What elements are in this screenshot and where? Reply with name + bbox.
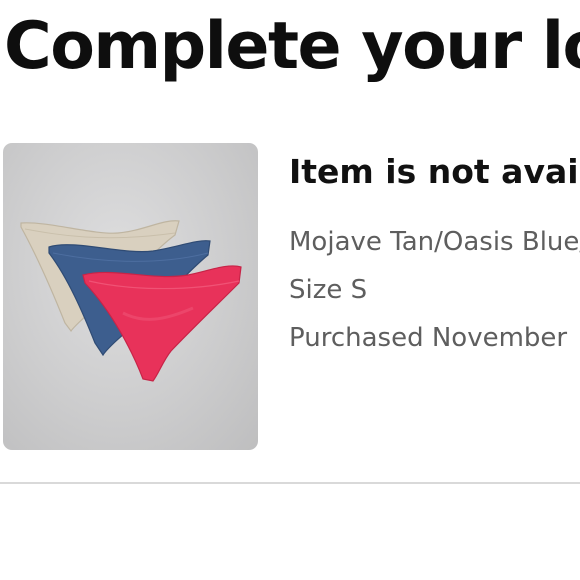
item-color: Mojave Tan/Oasis Blue/Pink bbox=[289, 226, 580, 257]
item-status-heading: Item is not available bbox=[289, 152, 580, 191]
page: Complete your look Item is not available… bbox=[0, 0, 580, 580]
product-card[interactable]: Item is not available Mojave Tan/Oasis B… bbox=[0, 140, 580, 460]
underwear-three-pack-image bbox=[20, 220, 242, 382]
divider bbox=[0, 482, 580, 484]
product-image[interactable] bbox=[3, 143, 258, 450]
page-title: Complete your look bbox=[4, 9, 580, 84]
item-purchase-date: Purchased November bbox=[289, 322, 568, 353]
product-info: Item is not available Mojave Tan/Oasis B… bbox=[289, 152, 580, 362]
item-size: Size S bbox=[289, 274, 368, 305]
